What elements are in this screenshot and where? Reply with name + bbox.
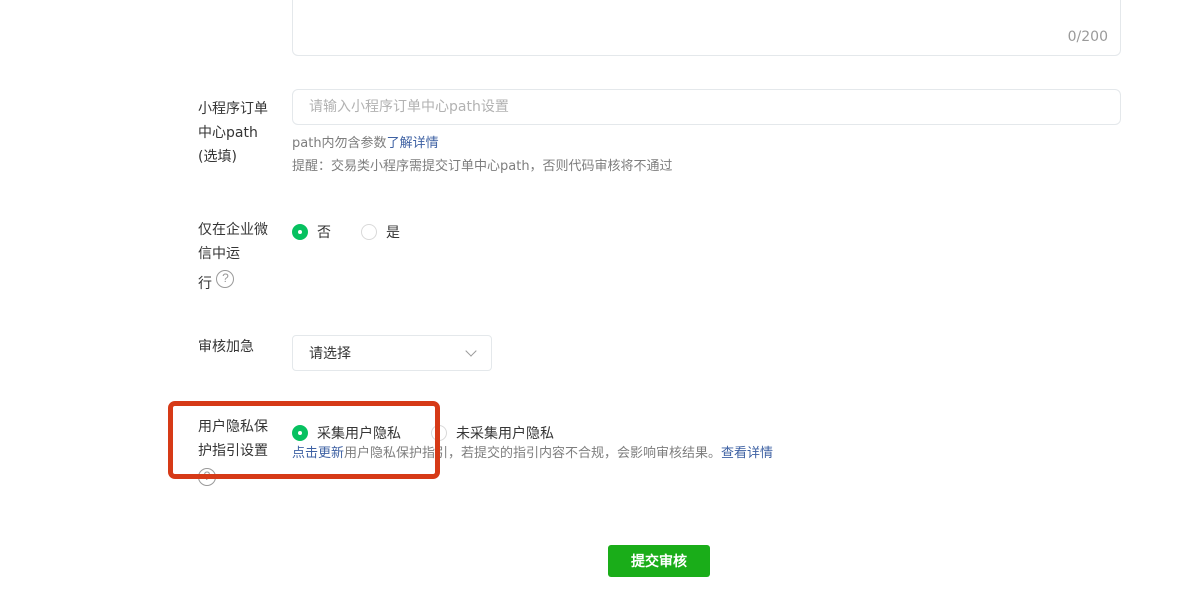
radio-option-no[interactable]: 否: [292, 222, 331, 242]
chevron-down-icon: [465, 345, 477, 357]
radio-unchecked-icon[interactable]: [431, 425, 447, 441]
radio-option-collect[interactable]: 采集用户隐私: [292, 423, 401, 443]
order-path-input[interactable]: [292, 89, 1121, 125]
radio-checked-icon[interactable]: [292, 425, 308, 441]
submit-review-button[interactable]: 提交审核: [608, 545, 710, 577]
update-privacy-link[interactable]: 点击更新: [292, 446, 344, 461]
enterprise-wechat-label: 仅在企业微 信中运 行 ?: [198, 222, 268, 292]
order-path-label: 小程序订单 中心path (选填): [198, 101, 268, 165]
question-circle-icon[interactable]: ?: [198, 468, 216, 486]
question-circle-icon[interactable]: ?: [216, 270, 235, 288]
description-textarea[interactable]: 0/200: [292, 0, 1121, 56]
select-value: 请选择: [309, 346, 351, 362]
radio-unchecked-icon[interactable]: [361, 224, 377, 240]
view-details-link[interactable]: 查看详情: [721, 446, 773, 461]
learn-more-link[interactable]: 了解详情: [387, 136, 439, 151]
enterprise-wechat-radio-group: 否 是: [292, 222, 430, 242]
radio-option-not-collect[interactable]: 未采集用户隐私: [431, 423, 554, 443]
privacy-hint: 点击更新用户隐私保护指引，若提交的指引内容不合规，会影响审核结果。查看详情: [292, 446, 774, 461]
order-path-hint: path内勿含参数了解详情: [292, 136, 439, 151]
privacy-radio-group: 采集用户隐私 未采集用户隐私: [292, 423, 584, 443]
radio-checked-icon[interactable]: [292, 224, 308, 240]
order-path-reminder: 提醒：交易类小程序需提交订单中心path，否则代码审核将不通过: [292, 159, 673, 174]
review-expedite-label: 审核加急: [198, 339, 254, 355]
char-counter: 0/200: [1067, 29, 1108, 45]
review-expedite-select[interactable]: 请选择: [292, 335, 492, 371]
privacy-label: 用户隐私保 护指引设置 ?: [198, 415, 282, 489]
radio-option-yes[interactable]: 是: [361, 222, 400, 242]
